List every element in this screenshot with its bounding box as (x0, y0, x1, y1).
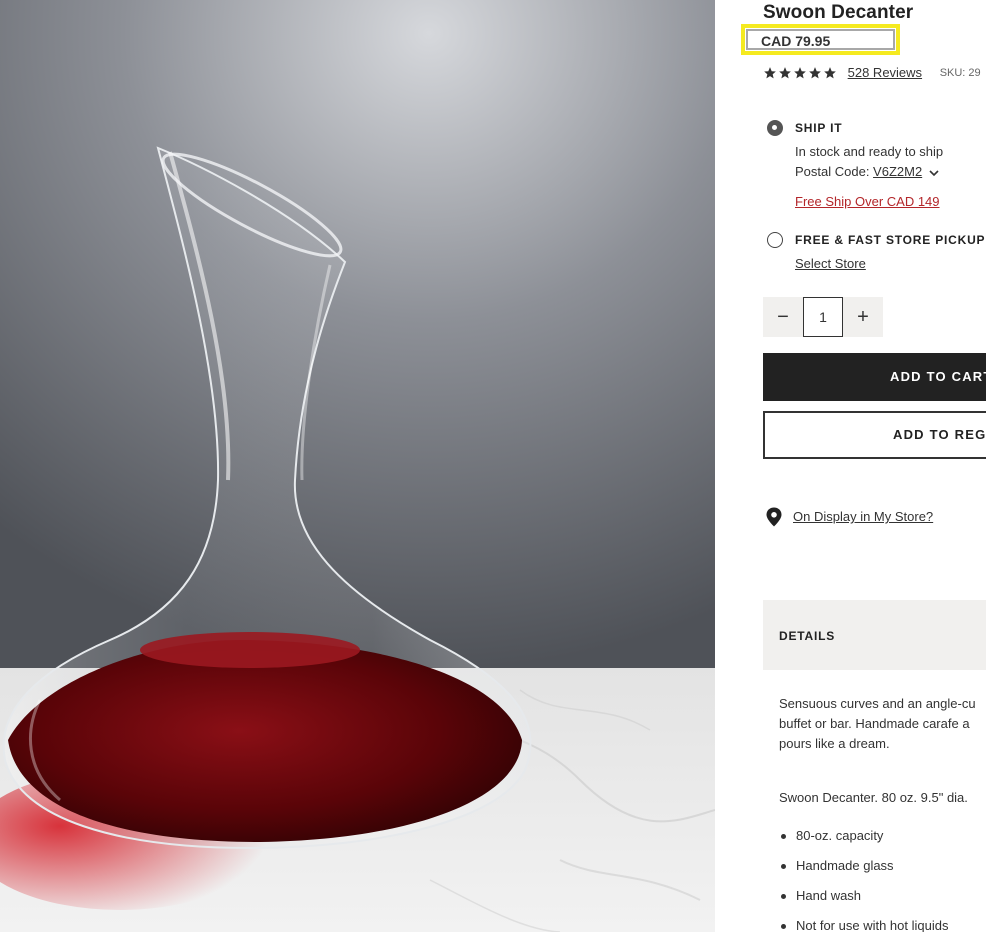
ship-it-radio[interactable] (767, 120, 783, 136)
postal-code-link[interactable]: V6Z2M2 (873, 164, 922, 179)
select-store-link[interactable]: Select Store (795, 256, 866, 271)
postal-code-row: Postal Code: V6Z2M2 (795, 164, 939, 179)
on-display-link[interactable]: On Display in My Store? (793, 509, 933, 524)
star-icon (794, 67, 806, 79)
product-info-panel: Swoon Decanter CAD 79.95 528 Reviews SKU… (715, 0, 986, 932)
description-line: pours like a dream. (779, 736, 890, 751)
add-to-registry-button[interactable]: ADD TO REGISTRY (763, 411, 986, 459)
product-image (0, 0, 715, 932)
details-header-label: DETAILS (779, 629, 836, 643)
quantity-increase-button[interactable]: + (843, 297, 883, 337)
ship-it-label: SHIP IT (795, 121, 843, 135)
ship-status-text: In stock and ready to ship (795, 144, 944, 159)
feature-item: Handmade glass (763, 856, 948, 886)
location-pin-icon (766, 507, 782, 527)
feature-item: Not for use with hot liquids (763, 916, 948, 932)
free-ship-link[interactable]: Free Ship Over CAD 149 (795, 194, 940, 209)
reviews-link[interactable]: 528 Reviews (848, 65, 922, 80)
feature-list: 80-oz. capacity Handmade glass Hand wash… (763, 826, 948, 932)
star-icon (779, 67, 791, 79)
feature-item: Hand wash (763, 886, 948, 916)
feature-item: 80-oz. capacity (763, 826, 948, 856)
sku-label: SKU: 29 (939, 66, 981, 79)
description-line: buffet or bar. Handmade carafe a (779, 716, 970, 731)
star-rating (763, 65, 838, 81)
star-icon (809, 67, 821, 79)
rating-row: 528 Reviews SKU: 29 (763, 64, 981, 82)
product-price: CAD 79.95 (761, 33, 831, 49)
product-title: Swoon Decanter (763, 2, 914, 23)
quantity-decrease-button[interactable]: − (763, 297, 803, 337)
price-highlight-box: CAD 79.95 (741, 24, 900, 55)
postal-code-label: Postal Code: (795, 164, 874, 179)
product-spec: Swoon Decanter. 80 oz. 9.5" dia. (779, 790, 968, 805)
star-icon (764, 67, 776, 79)
store-pickup-radio[interactable] (767, 232, 783, 248)
details-accordion[interactable]: DETAILS (763, 600, 986, 670)
star-icon (824, 67, 836, 79)
add-to-cart-button[interactable]: ADD TO CART (763, 353, 986, 401)
store-pickup-label: FREE & FAST STORE PICKUP (795, 233, 986, 247)
description-line: Sensuous curves and an angle-cu (779, 696, 976, 711)
chevron-down-icon[interactable] (929, 169, 939, 177)
quantity-input[interactable] (803, 297, 843, 337)
product-description: Sensuous curves and an angle-cu buffet o… (779, 694, 986, 754)
